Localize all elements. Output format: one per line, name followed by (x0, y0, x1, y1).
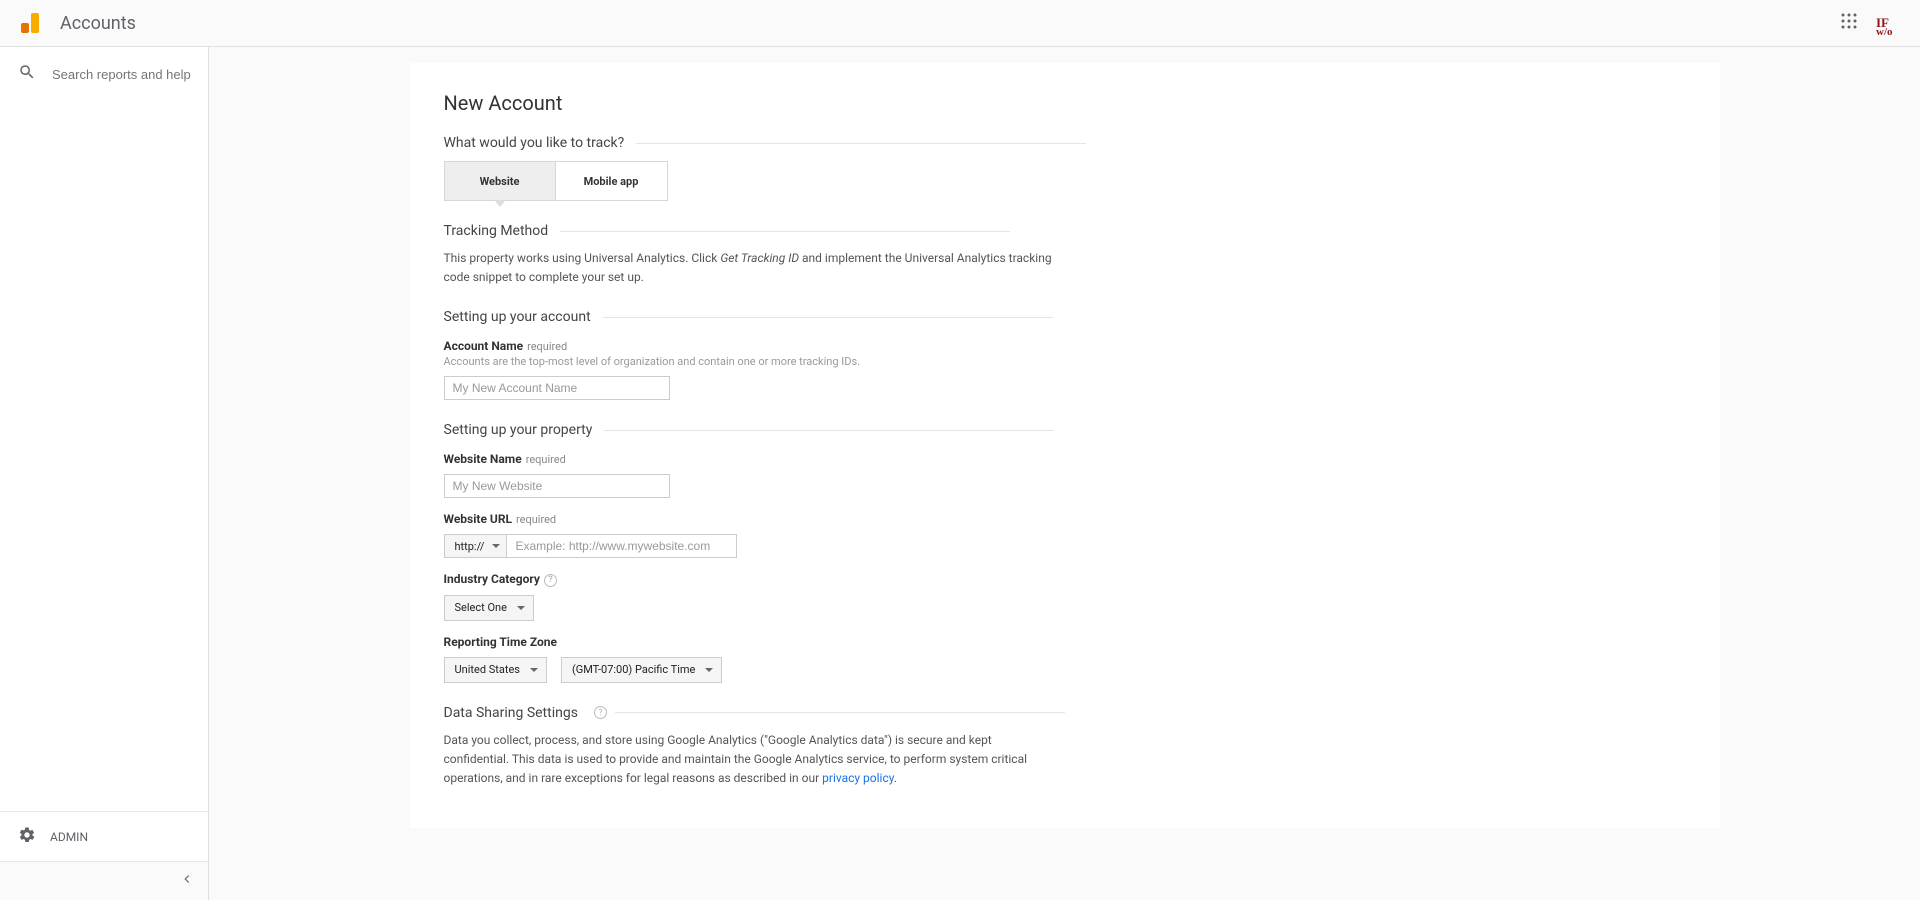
website-name-input[interactable] (444, 474, 670, 498)
sidebar-item-admin[interactable]: ADMIN (0, 811, 208, 861)
search-icon (18, 63, 36, 85)
search-input[interactable] (52, 67, 228, 82)
svg-text:w/o: w/o (1876, 26, 1893, 37)
protocol-select[interactable]: http:// (444, 534, 508, 558)
app-header: Accounts IFw/o (0, 0, 1920, 47)
new-account-card: New Account What would you like to track… (410, 63, 1720, 828)
tab-website[interactable]: Website (444, 161, 556, 201)
field-website-name: Website Namerequired (444, 452, 1686, 498)
timezone-country-select[interactable]: United States (444, 657, 547, 683)
timezone-select[interactable]: (GMT-07:00) Pacific Time (561, 657, 722, 683)
method-description: This property works using Universal Anal… (444, 249, 1054, 287)
section-sharing: Data Sharing Settings? (444, 705, 1686, 721)
section-account: Setting up your account (444, 309, 1686, 325)
caret-down-icon (517, 606, 525, 610)
help-icon[interactable]: ? (594, 706, 607, 719)
help-icon[interactable]: ? (544, 574, 557, 587)
gear-icon (18, 826, 36, 847)
page-header-title: Accounts (60, 13, 1840, 34)
main-content: New Account What would you like to track… (209, 47, 1920, 900)
account-name-input[interactable] (444, 376, 670, 400)
sharing-description: Data you collect, process, and store usi… (444, 731, 1054, 789)
sidebar: ADMIN (0, 47, 209, 900)
caret-down-icon (530, 668, 538, 672)
admin-label: ADMIN (50, 830, 88, 844)
apps-grid-icon[interactable] (1840, 12, 1858, 34)
field-website-url: Website URLrequired http:// (444, 512, 1686, 558)
caret-down-icon (705, 668, 713, 672)
section-method: Tracking Method (444, 223, 1686, 239)
section-property: Setting up your property (444, 422, 1686, 438)
industry-select[interactable]: Select One (444, 595, 534, 621)
sidebar-collapse-button[interactable] (0, 861, 208, 900)
privacy-policy-link[interactable]: privacy policy (822, 771, 894, 785)
website-url-input[interactable] (507, 534, 737, 558)
page-title: New Account (444, 91, 1686, 115)
search-row (0, 47, 208, 95)
field-timezone: Reporting Time Zone United States (GMT-0… (444, 635, 1686, 683)
chevron-left-icon (180, 872, 194, 890)
section-track: What would you like to track? (444, 135, 1686, 151)
tab-mobile-app[interactable]: Mobile app (556, 161, 668, 201)
product-logo-icon (18, 11, 42, 35)
caret-down-icon (492, 544, 500, 548)
track-tabs: Website Mobile app (444, 161, 1686, 201)
field-account-name: Account Namerequired Accounts are the to… (444, 339, 1686, 400)
user-avatar[interactable]: IFw/o (1874, 9, 1902, 37)
field-industry: Industry Category? Select One (444, 572, 1686, 620)
